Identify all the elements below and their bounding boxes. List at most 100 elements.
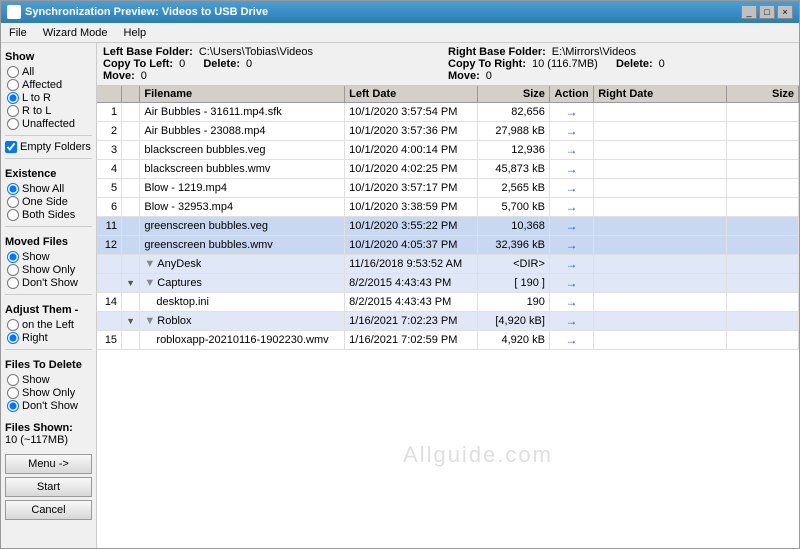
existence-showall-option[interactable]: Show All — [7, 183, 92, 195]
delete-dontshow-option[interactable]: Don't Show — [7, 400, 92, 412]
row-filename[interactable]: ▼Captures — [140, 274, 345, 293]
show-all-radio[interactable] — [7, 66, 19, 78]
row-filename[interactable]: Air Bubbles - 23088.mp4 — [140, 122, 345, 141]
row-expand[interactable]: ▼ — [122, 274, 140, 293]
main-content: Show All Affected L to R R to L — [1, 43, 799, 548]
table-row[interactable]: ▼▼Roblox1/16/2021 7:02:23 PM[4,920 kB]→ — [97, 312, 799, 331]
menu-help[interactable]: Help — [120, 26, 151, 40]
menu-file[interactable]: File — [5, 26, 31, 40]
row-rightdate — [594, 236, 727, 255]
table-row[interactable]: 15robloxapp-20210116-1902230.wmv1/16/202… — [97, 331, 799, 350]
close-button[interactable]: × — [777, 5, 793, 19]
adjust-left-option[interactable]: on the Left — [7, 319, 92, 331]
row-action[interactable]: → — [549, 122, 593, 141]
row-filename[interactable]: ▼Roblox — [140, 312, 345, 331]
row-action[interactable]: → — [549, 141, 593, 160]
table-container[interactable]: Allguide.com Filename Left Date Size Act… — [97, 86, 799, 548]
show-ltor-radio[interactable] — [7, 92, 19, 104]
move-right-row: Move: 0 — [448, 70, 793, 82]
copy-to-left-label: Copy To Left: — [103, 58, 173, 70]
files-shown-value: 10 (~117MB) — [5, 434, 92, 446]
row-rightsize — [727, 217, 799, 236]
row-num: 5 — [97, 179, 122, 198]
table-row[interactable]: 6Blow - 32953.mp410/1/2020 3:38:59 PM5,7… — [97, 198, 799, 217]
table-row[interactable]: ▼▼Captures8/2/2015 4:43:43 PM[ 190 ]→ — [97, 274, 799, 293]
show-ltor-option[interactable]: L to R — [7, 92, 92, 104]
minimize-button[interactable]: _ — [741, 5, 757, 19]
show-unaffected-radio[interactable] — [7, 118, 19, 130]
row-action[interactable]: → — [549, 217, 593, 236]
moved-showonly-option[interactable]: Show Only — [7, 264, 92, 276]
row-rightdate — [594, 122, 727, 141]
row-action[interactable]: → — [549, 160, 593, 179]
row-action[interactable]: → — [549, 179, 593, 198]
table-row[interactable]: 11greenscreen bubbles.veg10/1/2020 3:55:… — [97, 217, 799, 236]
row-rightsize — [727, 179, 799, 198]
move-right-value: 0 — [486, 70, 492, 82]
row-action[interactable]: → — [549, 312, 593, 331]
show-affected-radio[interactable] — [7, 79, 19, 91]
row-action[interactable]: → — [549, 198, 593, 217]
start-button[interactable]: Start — [5, 477, 92, 497]
row-filename[interactable]: robloxapp-20210116-1902230.wmv — [140, 331, 345, 350]
show-all-option[interactable]: All — [7, 66, 92, 78]
table-row[interactable]: 1Air Bubbles - 31611.mp4.sfk10/1/2020 3:… — [97, 103, 799, 122]
row-filename[interactable]: greenscreen bubbles.veg — [140, 217, 345, 236]
move-left-value: 0 — [141, 70, 147, 82]
row-expand — [122, 141, 140, 160]
cancel-button[interactable]: Cancel — [5, 500, 92, 520]
menu-wizard-mode[interactable]: Wizard Mode — [39, 26, 112, 40]
row-action[interactable]: → — [549, 103, 593, 122]
row-action[interactable]: → — [549, 331, 593, 350]
maximize-button[interactable]: □ — [759, 5, 775, 19]
row-action[interactable]: → — [549, 293, 593, 312]
copy-to-left-row: Copy To Left: 0 Delete: 0 — [103, 58, 448, 70]
table-row[interactable]: 4blackscreen bubbles.wmv10/1/2020 4:02:2… — [97, 160, 799, 179]
delete-showonly-option[interactable]: Show Only — [7, 387, 92, 399]
info-bar: Left Base Folder: C:\Users\Tobias\Videos… — [97, 43, 799, 86]
action-buttons: Menu -> Start Cancel — [5, 454, 92, 520]
col-header-leftdate: Left Date — [345, 86, 478, 103]
show-rtol-option[interactable]: R to L — [7, 105, 92, 117]
row-num: 4 — [97, 160, 122, 179]
row-filename[interactable]: greenscreen bubbles.wmv — [140, 236, 345, 255]
left-panel: Show All Affected L to R R to L — [1, 43, 97, 548]
adjust-right-option[interactable]: Right — [7, 332, 92, 344]
row-filename[interactable]: blackscreen bubbles.wmv — [140, 160, 345, 179]
row-size: 4,920 kB — [478, 331, 550, 350]
menu-button[interactable]: Menu -> — [5, 454, 92, 474]
table-row[interactable]: 5Blow - 1219.mp410/1/2020 3:57:17 PM2,56… — [97, 179, 799, 198]
row-filename[interactable]: Blow - 1219.mp4 — [140, 179, 345, 198]
row-filename[interactable]: ▼AnyDesk — [140, 255, 345, 274]
row-rightdate — [594, 274, 727, 293]
row-size: 12,936 — [478, 141, 550, 160]
row-action[interactable]: → — [549, 236, 593, 255]
row-action[interactable]: → — [549, 255, 593, 274]
table-row[interactable]: 2Air Bubbles - 23088.mp410/1/2020 3:57:3… — [97, 122, 799, 141]
row-action[interactable]: → — [549, 274, 593, 293]
row-filename[interactable]: Blow - 32953.mp4 — [140, 198, 345, 217]
show-unaffected-option[interactable]: Unaffected — [7, 118, 92, 130]
row-expand[interactable]: ▼ — [122, 312, 140, 331]
show-affected-option[interactable]: Affected — [7, 79, 92, 91]
existence-oneside-option[interactable]: One Side — [7, 196, 92, 208]
row-filename[interactable]: blackscreen bubbles.veg — [140, 141, 345, 160]
row-filename[interactable]: Air Bubbles - 31611.mp4.sfk — [140, 103, 345, 122]
row-rightsize — [727, 274, 799, 293]
col-header-num — [97, 86, 122, 103]
row-filename[interactable]: desktop.ini — [140, 293, 345, 312]
empty-folders-checkbox[interactable]: Empty Folders — [5, 141, 92, 153]
table-row[interactable]: 3blackscreen bubbles.veg10/1/2020 4:00:1… — [97, 141, 799, 160]
row-num: 1 — [97, 103, 122, 122]
existence-bothsides-option[interactable]: Both Sides — [7, 209, 92, 221]
delete-show-option[interactable]: Show — [7, 374, 92, 386]
moved-dontshow-option[interactable]: Don't Show — [7, 277, 92, 289]
table-row[interactable]: 12greenscreen bubbles.wmv10/1/2020 4:05:… — [97, 236, 799, 255]
info-right: Right Base Folder: E:\Mirrors\Videos Cop… — [448, 46, 793, 82]
table-row[interactable]: 14desktop.ini8/2/2015 4:43:43 PM190→ — [97, 293, 799, 312]
watermark: Allguide.com — [403, 442, 553, 468]
show-rtol-radio[interactable] — [7, 105, 19, 117]
moved-show-option[interactable]: Show — [7, 251, 92, 263]
title-bar: Synchronization Preview: Videos to USB D… — [1, 1, 799, 23]
table-row[interactable]: ▼AnyDesk11/16/2018 9:53:52 AM<DIR>→ — [97, 255, 799, 274]
